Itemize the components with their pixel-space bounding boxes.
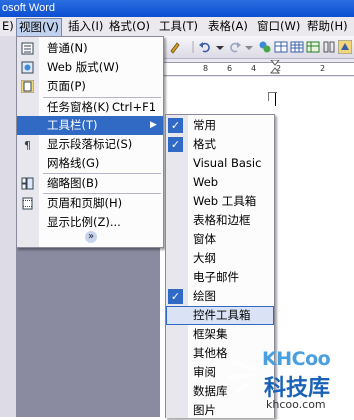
- insert-excel-icon[interactable]: [306, 40, 320, 54]
- window-title: osoft Word: [2, 2, 55, 14]
- toolbar-item-outline[interactable]: 大纲: [166, 249, 274, 268]
- tables-borders-icon[interactable]: [274, 40, 288, 54]
- view-menu-item-print-layout[interactable]: 页面(P): [17, 77, 163, 96]
- text-cursor: [275, 93, 276, 106]
- view-menu-item-normal[interactable]: 普通(N): [17, 39, 163, 58]
- view-menu-item-zoom[interactable]: 显示比例(Z)...: [17, 213, 163, 232]
- view-menu-item-header-footer[interactable]: 页眉和页脚(H): [17, 194, 163, 213]
- view-menu-item-web-layout[interactable]: Web 版式(W): [17, 58, 163, 77]
- toolbar-item-tables-borders[interactable]: 表格和边框: [166, 211, 274, 230]
- view-menu-item-task-pane[interactable]: 任务窗格(K) Ctrl+F1: [17, 98, 163, 117]
- paragraph-mark-icon: ¶: [24, 139, 31, 151]
- menu-item-label: 常用: [193, 118, 216, 132]
- redo-icon[interactable]: [228, 40, 242, 54]
- menu-item-label: 框架集: [193, 327, 228, 341]
- indent-marker-icon[interactable]: [270, 60, 280, 78]
- menu-item-label: 格式: [193, 137, 216, 151]
- menu-format[interactable]: 格式(O): [107, 17, 152, 36]
- view-menu-item-toolbars[interactable]: 工具栏(T) ▶: [17, 116, 163, 135]
- insert-table-icon[interactable]: [290, 40, 304, 54]
- undo-icon[interactable]: [198, 40, 212, 54]
- menu-item-label: 图片: [193, 403, 216, 417]
- toolbar-item-web[interactable]: Web: [166, 173, 274, 192]
- ruler-number: 6: [227, 64, 233, 73]
- menu-item-label: Web 版式(W): [47, 60, 120, 74]
- menu-item-label: 其他格: [193, 346, 228, 360]
- menu-item-label: 任务窗格(K): [47, 100, 110, 114]
- toolbar-item-frames[interactable]: 框架集: [166, 325, 274, 344]
- toolbar-item-visual-basic[interactable]: Visual Basic: [166, 154, 274, 173]
- watermark-brand: KHCoo: [262, 348, 331, 370]
- drawing-toggle-icon[interactable]: [338, 40, 352, 54]
- ruler-number: 8: [203, 64, 209, 73]
- menu-item-label: 数据库: [193, 384, 228, 398]
- header-footer-icon: [22, 197, 33, 210]
- check-icon: ✓: [168, 118, 183, 133]
- view-menu-item-thumbnails[interactable]: 缩略图(B): [17, 174, 163, 193]
- menu-item-label: 显示段落标记(S): [47, 137, 133, 151]
- thumbnails-icon: [21, 177, 34, 190]
- format-painter-icon[interactable]: [168, 40, 182, 54]
- menu-item-shortcut: Ctrl+F1: [112, 100, 157, 114]
- toolbar-item-picture[interactable]: 图片: [166, 401, 274, 420]
- view-menu: 普通(N) Web 版式(W) 页面(P) 任务窗格(K) Ctrl+F1 工具…: [16, 36, 164, 248]
- toolbar-item-formatting[interactable]: ✓ 格式: [166, 135, 274, 154]
- left-toolbar-strip: [0, 36, 16, 417]
- check-icon: ✓: [168, 137, 183, 152]
- toolbar-item-control-toolbox[interactable]: 控件工具箱: [166, 306, 274, 325]
- toolbar-item-email[interactable]: 电子邮件: [166, 268, 274, 287]
- menu-item-label: 工具栏(T): [47, 118, 98, 132]
- menu-item-label: Web 工具箱: [193, 194, 257, 208]
- menu-item-label: 表格和边框: [193, 213, 251, 227]
- menu-item-label: 网格线(G): [47, 156, 100, 170]
- menu-item-label: Web: [193, 175, 219, 189]
- submenu-arrow-icon: ▶: [150, 120, 157, 130]
- toolbar-item-standard[interactable]: ✓ 常用: [166, 116, 274, 135]
- svg-text:¶: ¶: [24, 139, 31, 151]
- menu-table[interactable]: 表格(A): [206, 17, 250, 36]
- menu-view[interactable]: 视图(V): [16, 18, 62, 37]
- hyperlink-icon[interactable]: [258, 40, 272, 54]
- menu-tools[interactable]: 工具(T): [157, 17, 200, 36]
- site-watermark: KHCoo 科技库 khcoo.com: [228, 348, 354, 417]
- menu-insert[interactable]: 插入(I): [66, 17, 105, 36]
- menu-item-label: 控件工具箱: [193, 308, 251, 322]
- expand-chevron-icon: »: [85, 231, 97, 243]
- menu-item-label: 审阅: [193, 365, 216, 379]
- toolbar-item-forms[interactable]: 窗体: [166, 230, 274, 249]
- menu-item-label: Visual Basic: [193, 156, 262, 170]
- ruler-number: 2: [320, 64, 326, 73]
- window-title-bar: osoft Word: [0, 0, 354, 17]
- toolbar-item-drawing[interactable]: ✓ 绘图: [166, 287, 274, 306]
- menu-item-label: 缩略图(B): [47, 176, 99, 190]
- columns-icon[interactable]: [322, 40, 336, 54]
- menu-item-label: 显示比例(Z)...: [47, 215, 121, 229]
- check-icon: ✓: [168, 289, 183, 304]
- undo-dropdown-icon[interactable]: [213, 40, 227, 54]
- menu-item-label: 普通(N): [47, 41, 88, 55]
- view-menu-item-gridlines[interactable]: 网格线(G): [17, 154, 163, 173]
- watermark-url: khcoo.com: [266, 398, 326, 411]
- menu-item-label: 窗体: [193, 232, 216, 246]
- redo-dropdown-icon[interactable]: [242, 40, 256, 54]
- menu-item-label: 页面(P): [47, 79, 86, 93]
- menu-edit[interactable]: E): [0, 17, 16, 36]
- menu-bar: E) 视图(V) 插入(I) 格式(O) 工具(T) 表格(A) 窗口(W) 帮…: [0, 17, 354, 37]
- view-menu-item-show-paragraph-marks[interactable]: ¶ 显示段落标记(S): [17, 135, 163, 154]
- print-layout-icon: [21, 80, 34, 93]
- menu-item-label: 页眉和页脚(H): [47, 196, 123, 210]
- toolbar-item-web-tools[interactable]: Web 工具箱: [166, 192, 274, 211]
- menu-item-label: 大纲: [193, 251, 216, 265]
- normal-view-icon: [21, 42, 34, 55]
- web-layout-icon: [21, 61, 34, 74]
- watermark-rays-icon: [228, 358, 264, 392]
- menu-window[interactable]: 窗口(W): [255, 17, 302, 36]
- menu-item-label: 绘图: [193, 289, 216, 303]
- horizontal-ruler[interactable]: 8 6 4 2 2: [155, 60, 354, 78]
- menu-help[interactable]: 帮助(H): [305, 17, 350, 36]
- ruler-number: 4: [251, 64, 257, 73]
- menu-item-label: 电子邮件: [193, 270, 239, 284]
- view-menu-expand[interactable]: »: [17, 231, 163, 245]
